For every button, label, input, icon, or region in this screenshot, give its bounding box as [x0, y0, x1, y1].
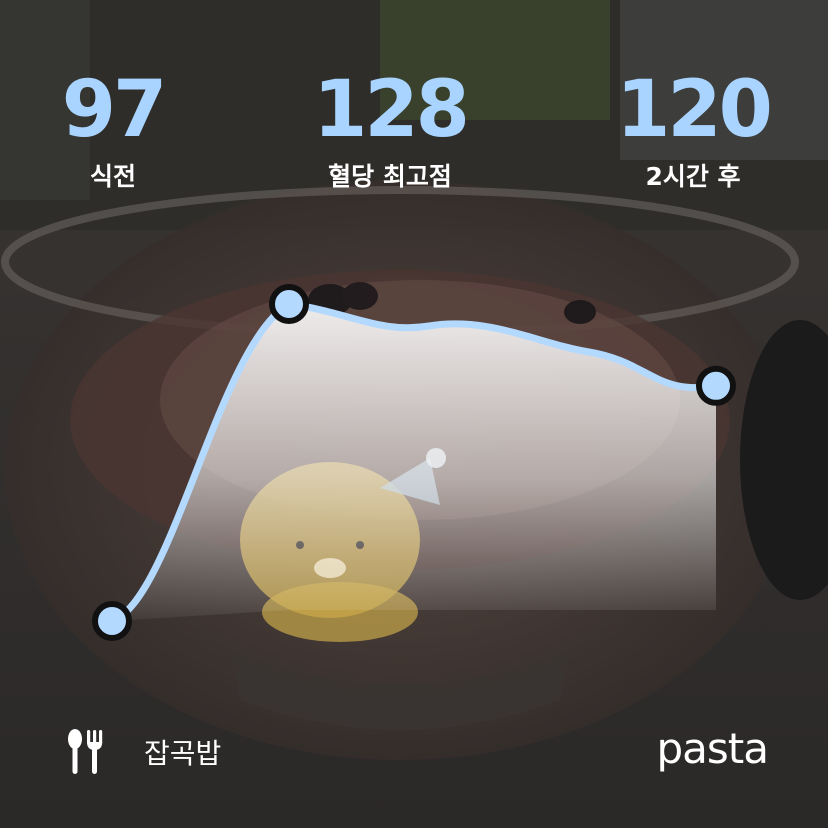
brand-logo: pasta — [656, 724, 769, 773]
meal-info: 잡곡밥 — [66, 728, 221, 776]
point-before — [92, 601, 132, 641]
meal-name: 잡곡밥 — [144, 737, 222, 770]
point-after — [696, 365, 736, 406]
fork-knife-icon — [68, 729, 103, 774]
glucose-curve-chart — [92, 284, 736, 641]
point-peak — [269, 284, 309, 324]
